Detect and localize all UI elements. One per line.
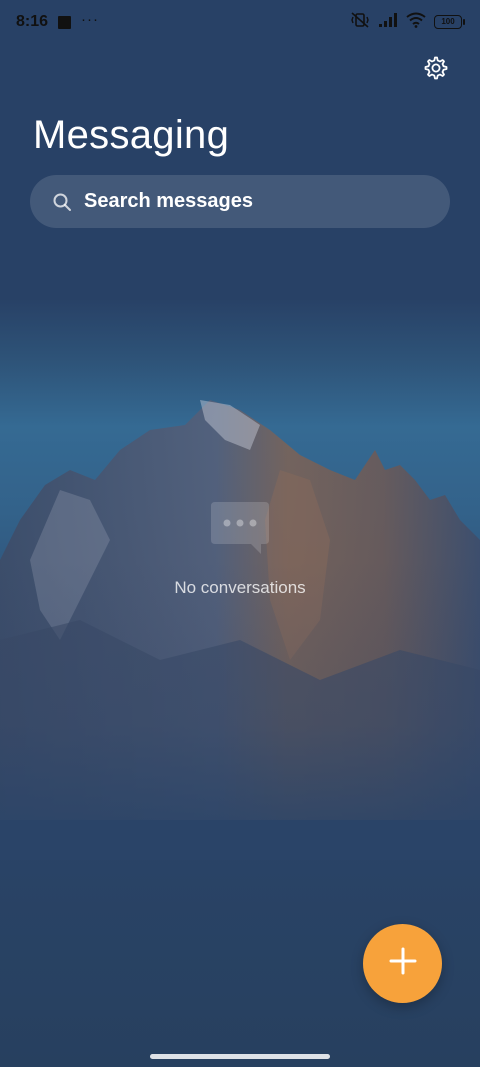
chat-bubble-icon <box>209 500 271 556</box>
wifi-icon <box>406 12 426 33</box>
empty-state-message: No conversations <box>174 578 306 597</box>
home-indicator[interactable] <box>150 1054 330 1059</box>
gear-icon <box>422 55 448 86</box>
search-icon <box>52 192 72 212</box>
more-notifications-indicator: ··· <box>81 10 100 28</box>
status-left: 8:16 ··· <box>16 10 100 31</box>
status-time: 8:16 <box>16 13 49 30</box>
mute-vibrate-icon <box>350 11 370 34</box>
status-bar: 8:16 ··· 100 <box>0 0 480 44</box>
notification-app-icon <box>58 15 72 29</box>
new-conversation-button[interactable] <box>363 924 442 1003</box>
search-input[interactable]: Search messages <box>30 175 450 228</box>
battery-icon: 100 <box>434 15 465 29</box>
settings-button[interactable] <box>420 55 450 85</box>
empty-state: No conversations <box>0 500 480 598</box>
page-title: Messaging <box>33 113 230 157</box>
status-right: 100 <box>350 11 465 34</box>
plus-icon <box>388 946 418 981</box>
search-placeholder: Search messages <box>84 190 254 212</box>
signal-icon <box>378 12 398 33</box>
